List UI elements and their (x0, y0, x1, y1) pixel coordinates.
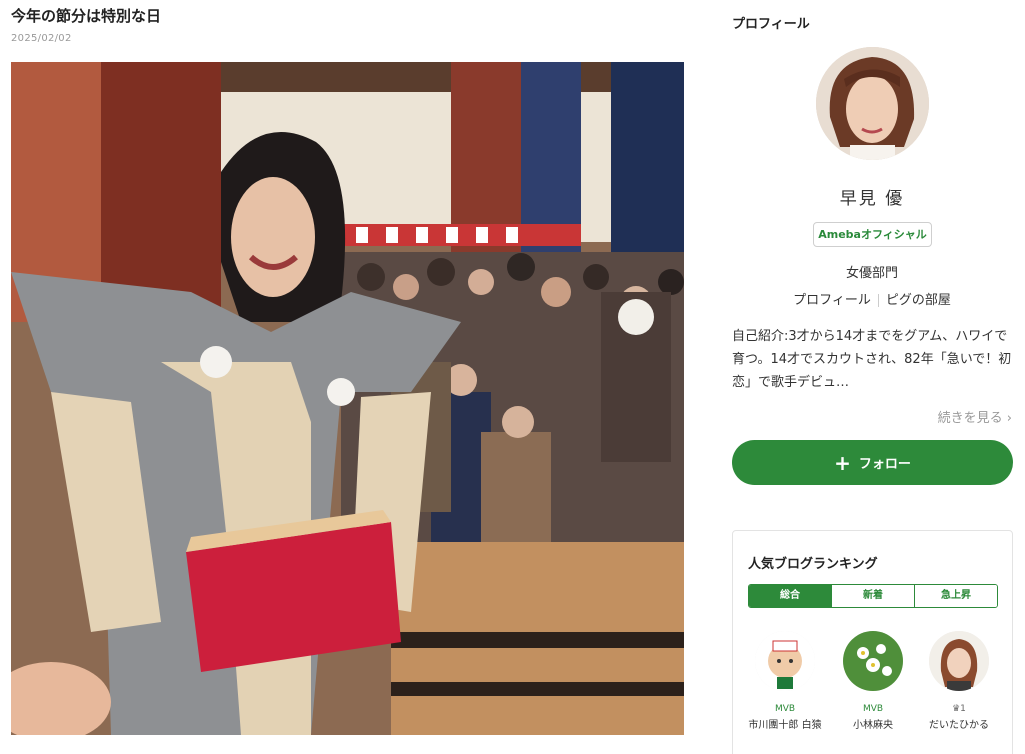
tab-rising[interactable]: 急上昇 (914, 585, 997, 607)
ranking-item[interactable]: ♛1 だいたひかる (921, 631, 997, 733)
article-photo[interactable] (11, 62, 684, 735)
tab-overall[interactable]: 総合 (749, 585, 831, 607)
profile-avatar[interactable] (816, 47, 929, 160)
pig-room-link[interactable]: ピグの部屋 (886, 293, 951, 308)
rank-badge: MVB (774, 704, 796, 714)
post-date: 2025/02/02 (11, 33, 72, 44)
post-title[interactable]: 今年の節分は特別な日 (11, 5, 161, 26)
profile-links: プロフィール ピグの部屋 (732, 289, 1012, 308)
rank-avatar (843, 631, 903, 691)
rank-badge: ♛1 (921, 703, 997, 715)
sidebar-heading: プロフィール (732, 17, 810, 32)
tab-new[interactable]: 新着 (831, 585, 914, 607)
rank-number: 1 (960, 704, 966, 714)
profile-name[interactable]: 早見 優 (732, 184, 1012, 209)
ranking-card: 人気ブログランキング 総合 新着 急上昇 MVB 市川團十郎 白猿 MVB 小林… (732, 530, 1013, 754)
profile-link[interactable]: プロフィール (793, 293, 871, 308)
read-more-link[interactable]: 続きを見る › (900, 407, 1012, 426)
follow-label: フォロー (858, 457, 911, 472)
link-divider (877, 294, 879, 307)
read-more-label: 続きを見る (937, 411, 1003, 426)
ranking-tabs: 総合 新着 急上昇 (748, 584, 998, 608)
chevron-right-icon: › (1006, 411, 1012, 426)
ranking-item[interactable]: MVB 市川團十郎 白猿 (747, 631, 823, 733)
official-badge[interactable]: Amebaオフィシャル (813, 222, 932, 247)
profile-category[interactable]: 女優部門 (732, 262, 1012, 281)
rank-name: だいたひかる (929, 720, 989, 731)
rank-name: 市川團十郎 白猿 (748, 720, 822, 731)
ranking-title: 人気ブログランキング (748, 557, 878, 572)
rank-avatar (929, 631, 989, 691)
rank-avatar (755, 631, 815, 691)
profile-intro: 自己紹介:3才から14才までをグアム、ハワイで育つ。14才でスカウトされ、82年… (732, 329, 1012, 390)
crown-icon: ♛ (952, 704, 961, 714)
rank-name: 小林麻央 (853, 720, 893, 731)
follow-button[interactable]: + フォロー (732, 440, 1013, 485)
plus-icon: + (834, 450, 851, 475)
rank-badge: MVB (862, 704, 884, 714)
ranking-item[interactable]: MVB 小林麻央 (835, 631, 911, 733)
